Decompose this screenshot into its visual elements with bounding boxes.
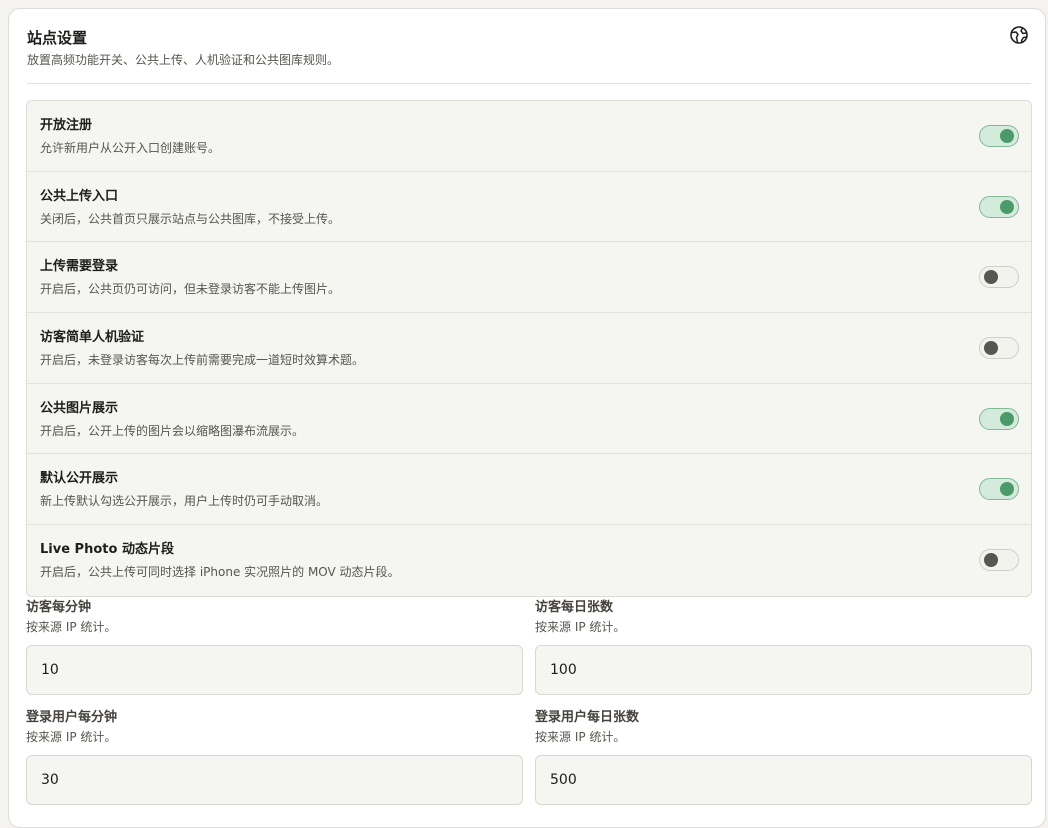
user-per-day-field: 登录用户每日张数 按来源 IP 统计。 (535, 709, 1032, 805)
setting-title: 开放注册 (40, 118, 93, 133)
toggle-knob (1000, 129, 1014, 143)
globe-icon[interactable] (1009, 25, 1029, 45)
open-registration-toggle[interactable] (979, 125, 1019, 147)
toggle-settings-list: 开放注册 允许新用户从公开入口创建账号。 公共上传入口 关闭后，公共首页只展示站… (26, 100, 1032, 597)
upload-requires-login-toggle[interactable] (979, 266, 1019, 289)
default-public-toggle[interactable] (979, 478, 1019, 501)
toggle-knob (984, 341, 998, 356)
live-photo-toggle[interactable] (979, 549, 1019, 572)
toggle-knob (1000, 411, 1014, 426)
toggle-knob (984, 270, 998, 285)
toggle-knob (984, 553, 998, 568)
public-upload-entry-toggle[interactable] (979, 195, 1019, 218)
setting-guest-captcha: 访客简单人机验证 开启后，未登录访客每次上传前需要完成一道短时效算术题。 (27, 313, 1031, 384)
field-label: 访客每分钟 (26, 600, 92, 615)
setting-title: 公共上传入口 (40, 188, 119, 204)
guest-per-minute-input[interactable] (26, 645, 523, 695)
setting-public-upload-entry: 公共上传入口 关闭后，公共首页只展示站点与公共图库，不接受上传。 (27, 172, 1031, 243)
guest-per-day-input[interactable] (535, 645, 1032, 695)
setting-title: 上传需要登录 (40, 259, 119, 275)
user-per-day-input[interactable] (535, 755, 1032, 805)
field-hint: 按来源 IP 统计。 (26, 730, 117, 744)
setting-title: 访客简单人机验证 (40, 330, 145, 346)
field-hint: 按来源 IP 统计。 (535, 620, 626, 634)
setting-public-gallery: 公共图片展示 开启后，公开上传的图片会以缩略图瀑布流展示。 (27, 384, 1031, 455)
field-label: 访客每日张数 (535, 600, 614, 615)
setting-default-public: 默认公开展示 新上传默认勾选公开展示，用户上传时仍可手动取消。 (27, 454, 1031, 526)
page-subtitle: 放置高频功能开关、公共上传、人机验证和公共图库规则。 (27, 53, 340, 67)
user-per-minute-field: 登录用户每分钟 按来源 IP 统计。 (26, 709, 523, 805)
guest-per-day-field: 访客每日张数 按来源 IP 统计。 (535, 599, 1032, 695)
field-hint: 按来源 IP 统计。 (26, 620, 117, 634)
public-gallery-toggle[interactable] (979, 407, 1019, 430)
toggle-knob (1000, 482, 1014, 497)
header-divider (27, 83, 1031, 84)
user-per-minute-input[interactable] (26, 755, 523, 805)
setting-description: 允许新用户从公开入口创建账号。 (40, 141, 221, 155)
guest-captcha-toggle[interactable] (979, 337, 1019, 360)
setting-title: 默认公开展示 (40, 471, 119, 487)
setting-description: 关闭后，公共首页只展示站点与公共图库，不接受上传。 (40, 211, 341, 226)
field-label: 登录用户每日张数 (535, 710, 640, 725)
page-title: 站点设置 (27, 29, 88, 47)
card-header: 站点设置 放置高频功能开关、公共上传、人机验证和公共图库规则。 (27, 25, 1029, 68)
setting-description: 开启后，公共上传可同时选择 iPhone 实况照片的 MOV 动态片段。 (40, 565, 400, 580)
setting-upload-requires-login: 上传需要登录 开启后，公共页仍可访问，但未登录访客不能上传图片。 (27, 242, 1031, 314)
site-settings-card: 站点设置 放置高频功能开关、公共上传、人机验证和公共图库规则。 开放注册 允许新… (8, 8, 1046, 828)
guest-per-minute-field: 访客每分钟 按来源 IP 统计。 (26, 599, 523, 695)
field-label: 登录用户每分钟 (26, 710, 118, 725)
setting-description: 开启后，公共页仍可访问，但未登录访客不能上传图片。 (40, 282, 341, 297)
setting-title: Live Photo 动态片段 (40, 542, 174, 558)
setting-title: 公共图片展示 (40, 400, 119, 416)
setting-live-photo: Live Photo 动态片段 开启后，公共上传可同时选择 iPhone 实况照… (27, 525, 1031, 596)
setting-description: 开启后，未登录访客每次上传前需要完成一道短时效算术题。 (40, 353, 365, 368)
setting-description: 开启后，公开上传的图片会以缩略图瀑布流展示。 (40, 423, 305, 438)
toggle-knob (1000, 199, 1014, 214)
setting-open-registration: 开放注册 允许新用户从公开入口创建账号。 (27, 101, 1031, 172)
field-hint: 按来源 IP 统计。 (535, 730, 626, 744)
setting-description: 新上传默认勾选公开展示，用户上传时仍可手动取消。 (40, 494, 329, 509)
